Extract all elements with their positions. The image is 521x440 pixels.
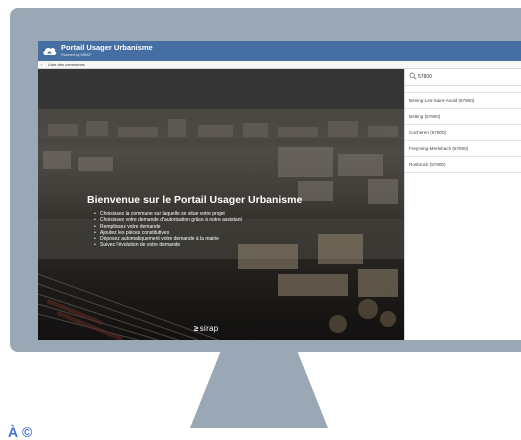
sirap-logo: ≥sirap [194,324,219,333]
cloud-logo-icon [43,47,57,55]
hero-banner: Bienvenue sur le Portail Usager Urbanism… [38,69,404,340]
commune-results-list: Bening-Les-Saint-Avold (57800) Betting (… [405,92,521,173]
app-subtitle: Powered by SIRAP [61,53,91,57]
commune-result-item[interactable]: Bening-Les-Saint-Avold (57800) [405,92,521,109]
footer-glyphs: À © [8,424,33,440]
sirap-wordmark: sirap [199,324,219,333]
steps-list: Choisissez la commune sur laquelle se si… [94,211,242,249]
app-header: Portail Usager Urbanisme Powered by SIRA… [38,41,521,61]
commune-search-panel: Bening-Les-Saint-Avold (57800) Betting (… [404,69,521,340]
monitor-stand [190,352,328,428]
commune-result-item[interactable]: Cocheren (57800) [405,125,521,141]
search-icon [409,72,417,80]
chevron-left-icon[interactable]: ‹ [41,61,42,68]
screen: Portail Usager Urbanisme Powered by SIRA… [38,41,521,340]
app-title: Portail Usager Urbanisme [61,43,153,52]
breadcrumb-bar: ‹ Liste des communes [38,61,521,69]
commune-result-item[interactable]: Freyming-Merlebach (57800) [405,141,521,157]
monitor-frame: Portail Usager Urbanisme Powered by SIRA… [10,8,521,352]
back-to-communes-link[interactable]: Liste des communes [48,61,85,68]
commune-search-input[interactable] [418,72,516,81]
search-bar [405,69,521,86]
commune-result-item[interactable]: Betting (57800) [405,109,521,125]
sirap-mark-icon: ≥ [194,324,199,333]
welcome-heading: Bienvenue sur le Portail Usager Urbanism… [87,194,303,206]
step-item: Suivez l'évolution de votre demande [94,242,242,249]
commune-result-item[interactable]: Rosbruck (57800) [405,157,521,173]
